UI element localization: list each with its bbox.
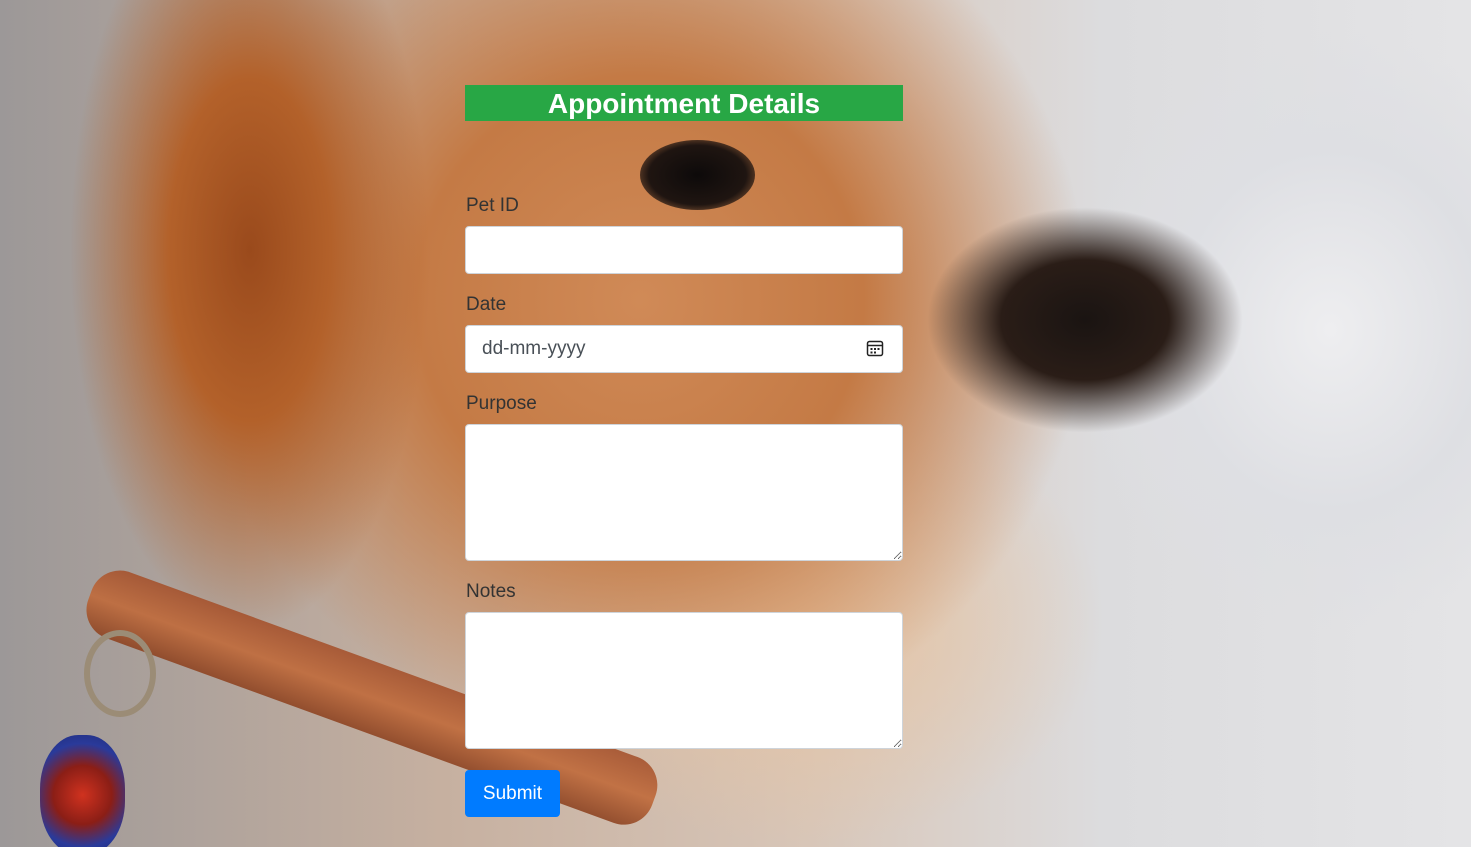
- pet-id-label: Pet ID: [466, 195, 519, 216]
- date-input[interactable]: [465, 325, 903, 373]
- page-background: Appointment Details Pet ID Date dd-mm-yy…: [0, 0, 1471, 847]
- purpose-textarea[interactable]: [465, 424, 903, 561]
- notes-group: Notes: [465, 581, 903, 749]
- collar-ring-decoration: [84, 630, 156, 717]
- pet-id-group: Pet ID: [465, 195, 903, 274]
- notes-label: Notes: [466, 581, 516, 602]
- submit-button[interactable]: Submit: [465, 770, 560, 817]
- pet-id-input[interactable]: [465, 226, 903, 274]
- date-group: Date dd-mm-yyyy: [465, 294, 903, 373]
- purpose-label: Purpose: [466, 393, 537, 414]
- collar-tag-decoration: [40, 735, 125, 847]
- notes-textarea[interactable]: [465, 612, 903, 749]
- date-field[interactable]: dd-mm-yyyy: [465, 325, 903, 373]
- calendar-icon[interactable]: [866, 339, 884, 357]
- date-label: Date: [466, 294, 507, 315]
- form-title: Appointment Details: [465, 85, 903, 121]
- appointment-form: Appointment Details Pet ID Date dd-mm-yy…: [465, 85, 903, 817]
- purpose-group: Purpose: [465, 393, 903, 561]
